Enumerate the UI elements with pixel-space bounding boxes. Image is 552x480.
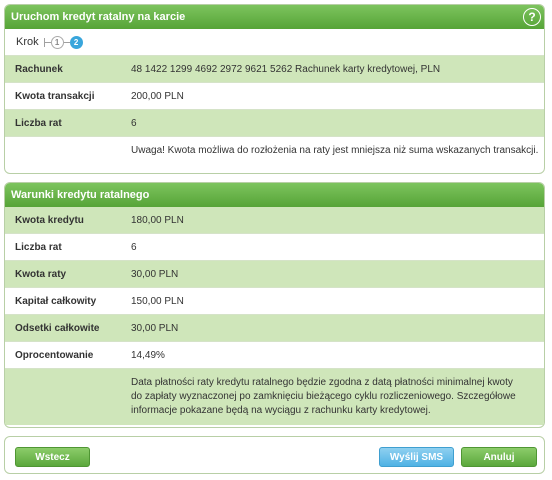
row-total-interest: Odsetki całkowite 30,00 PLN (5, 315, 544, 342)
row-label: Oprocentowanie (15, 349, 94, 361)
row-value: 6 (131, 241, 137, 253)
row-credit-amount: Kwota kredytu 180,00 PLN (5, 207, 544, 234)
info-note-text: Data płatności raty kredytu ratalnego bę… (131, 377, 516, 416)
row-installment-amount: Kwota raty 30,00 PLN (5, 261, 544, 288)
step-connector (63, 41, 70, 43)
row-value: 30,00 PLN (131, 322, 179, 334)
row-total-capital: Kapitał całkowity 150,00 PLN (5, 288, 544, 315)
row-interest-rate: Oprocentowanie 14,49% (5, 342, 544, 369)
panel-header: Warunki kredytu ratalnego (5, 183, 544, 207)
row-value: 6 (131, 117, 137, 129)
row-label: Liczba rat (15, 117, 62, 129)
row-account: Rachunek 48 1422 1299 4692 2972 9621 526… (5, 56, 544, 83)
action-bar: Wstecz Wyślij SMS Anuluj (4, 436, 545, 474)
step-1: 1 (50, 35, 64, 49)
row-label: Kapitał całkowity (15, 295, 97, 307)
panel-header: Uruchom kredyt ratalny na karcie ? (5, 5, 544, 29)
cancel-button[interactable]: Anuluj (461, 447, 537, 467)
warning-row: Uwaga! Kwota możliwa do rozłożenia na ra… (5, 137, 544, 164)
steps-label: Krok (16, 36, 39, 48)
info-note-row: Data płatności raty kredytu ratalnego bę… (5, 369, 544, 425)
row-label: Liczba rat (15, 241, 62, 253)
step-2-active: 2 (69, 35, 83, 49)
help-icon[interactable]: ? (523, 8, 541, 26)
launch-installment-panel: Uruchom kredyt ratalny na karcie ? Krok … (4, 4, 545, 174)
send-sms-button[interactable]: Wyślij SMS (379, 447, 454, 467)
row-label: Odsetki całkowite (15, 322, 100, 334)
row-label: Kwota transakcji (15, 90, 95, 102)
row-value: 14,49% (131, 349, 165, 361)
row-transaction-amount: Kwota transakcji 200,00 PLN (5, 83, 544, 110)
installment-terms-panel: Warunki kredytu ratalnego Kwota kredytu … (4, 182, 545, 428)
back-button[interactable]: Wstecz (15, 447, 90, 467)
row-installment-count: Liczba rat 6 (5, 234, 544, 261)
warning-text: Uwaga! Kwota możliwa do rozłożenia na ra… (131, 145, 539, 156)
row-value: 150,00 PLN (131, 295, 184, 307)
panel-title: Warunki kredytu ratalnego (11, 189, 150, 201)
row-label: Kwota raty (15, 268, 67, 280)
row-value: 48 1422 1299 4692 2972 9621 5262 Rachune… (131, 63, 441, 75)
row-label: Rachunek (15, 63, 63, 75)
row-value: 180,00 PLN (131, 214, 184, 226)
row-value: 200,00 PLN (131, 90, 184, 102)
step-connector (44, 41, 51, 43)
row-installment-count: Liczba rat 6 (5, 110, 544, 137)
row-label: Kwota kredytu (15, 214, 84, 226)
step-indicator: Krok 1 2 (5, 29, 544, 56)
panel-title: Uruchom kredyt ratalny na karcie (11, 11, 186, 23)
row-value: 30,00 PLN (131, 268, 179, 280)
